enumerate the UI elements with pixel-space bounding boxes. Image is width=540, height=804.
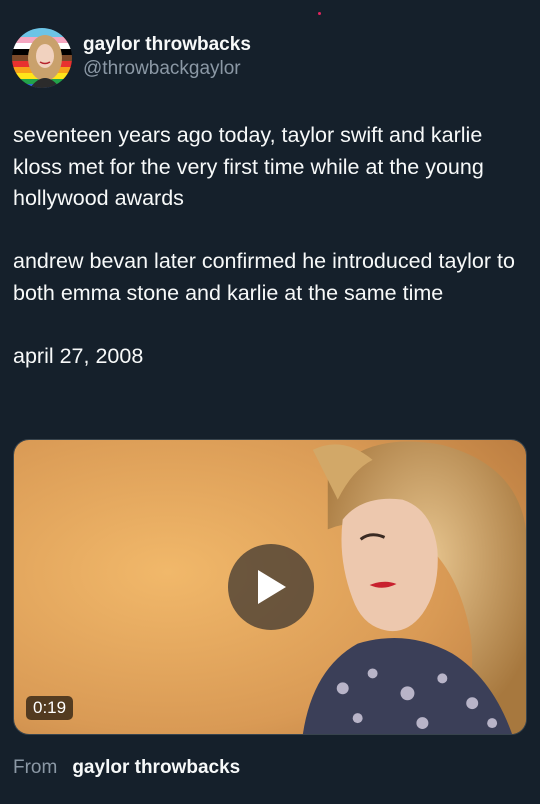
avatar-image — [12, 28, 72, 88]
play-icon — [258, 570, 286, 604]
play-button[interactable] — [228, 544, 314, 630]
video-duration-badge: 0:19 — [26, 696, 74, 720]
tweet-paragraph: andrew bevan later confirmed he introduc… — [13, 249, 515, 305]
source-account-link[interactable]: gaylor throwbacks — [72, 756, 240, 780]
tweet-paragraph: april 27, 2008 — [13, 343, 144, 368]
author-display-name[interactable]: gaylor throwbacks — [83, 33, 251, 57]
author-handle[interactable]: @throwbackgaylor — [83, 57, 251, 81]
from-label: From — [13, 757, 58, 778]
avatar[interactable] — [12, 28, 72, 88]
video-attribution: From gaylor throwbacks — [13, 756, 240, 780]
tweet-header: gaylor throwbacks @throwbackgaylor — [12, 28, 251, 88]
notification-dot — [318, 12, 321, 15]
tweet-text: seventeen years ago today, taylor swift … — [13, 120, 528, 404]
video-player[interactable]: 0:19 — [13, 439, 527, 735]
tweet-paragraph: seventeen years ago today, taylor swift … — [13, 123, 484, 210]
